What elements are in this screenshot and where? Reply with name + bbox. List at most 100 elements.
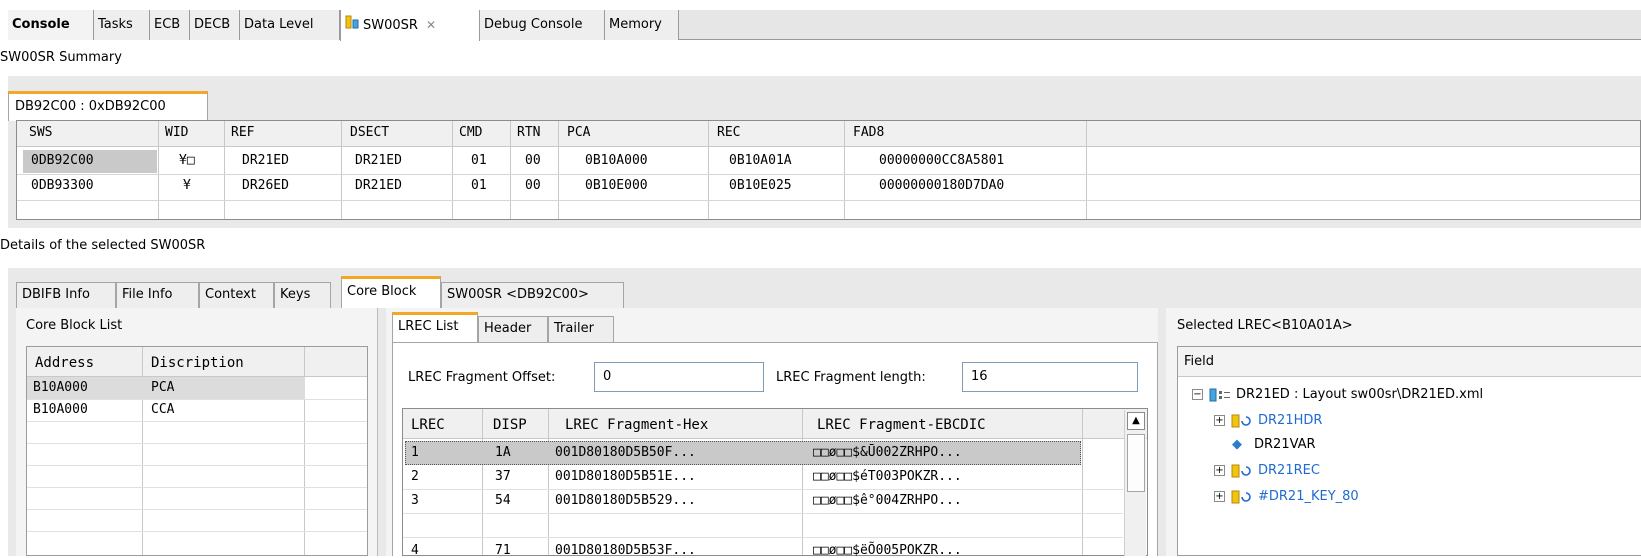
table-cell[interactable]: □□ø□□$ê°004ZRHPO... — [813, 493, 962, 508]
vertical-scrollbar[interactable]: ▲ — [1124, 410, 1146, 556]
table-cell[interactable]: DR21ED — [242, 153, 289, 168]
table-cell[interactable]: □□ø□□$&Ū002ZRHPO... — [813, 445, 962, 460]
tab-memory[interactable]: Memory — [605, 10, 679, 40]
table-cell[interactable]: B10A000 — [33, 402, 88, 417]
col-header-field[interactable]: Field — [1184, 354, 1214, 369]
tab-core-block[interactable]: Core Block — [341, 276, 441, 308]
table-cell[interactable]: 001D80180D5B50F... — [555, 445, 696, 460]
fragment-length-field[interactable]: 16 — [962, 362, 1138, 392]
table-cell[interactable]: PCA — [151, 380, 174, 395]
expand-icon[interactable]: + — [1214, 465, 1225, 476]
table-cell[interactable]: 00 — [525, 178, 541, 193]
expand-icon[interactable]: + — [1214, 491, 1225, 502]
table-cell[interactable]: 00000000CC8A5801 — [879, 153, 1004, 168]
tab-dbifb-info[interactable]: DBIFB Info — [16, 282, 116, 308]
table-cell[interactable]: ¥□ — [179, 153, 195, 168]
expand-icon[interactable]: + — [1214, 415, 1225, 426]
struct-icon — [1231, 464, 1251, 477]
col-header-lrec[interactable]: LREC — [411, 417, 445, 433]
view-tab-bar: Console Tasks ECB DECB Data Level SW00SR… — [8, 10, 1641, 41]
table-cell[interactable]: DR21ED — [355, 153, 402, 168]
core-block-list-title: Core Block List — [26, 318, 123, 333]
col-header-fragment-hex[interactable]: LREC Fragment-Hex — [565, 417, 708, 433]
tree-node-dr21hdr[interactable]: + DR21HDR — [1214, 413, 1322, 428]
col-header-address[interactable]: Address — [35, 355, 94, 371]
summary-table[interactable]: SWS WID REF DSECT CMD RTN PCA REC FAD8 0… — [16, 120, 1641, 220]
tab-lrec-list[interactable]: LREC List — [392, 312, 478, 342]
tab-db92c00[interactable]: DB92C00 : 0xDB92C00 — [8, 91, 208, 121]
fragment-offset-field[interactable]: 0 — [594, 362, 764, 392]
table-cell[interactable]: 01 — [471, 178, 487, 193]
tab-tasks[interactable]: Tasks — [94, 10, 150, 40]
table-cell[interactable]: B10A000 — [33, 380, 88, 395]
table-cell[interactable]: 001D80180D5B529... — [555, 493, 696, 508]
table-cell[interactable]: 37 — [495, 469, 511, 484]
tab-file-info[interactable]: File Info — [116, 282, 199, 308]
tree-node-dr21-key-80[interactable]: + #DR21_KEY_80 — [1214, 489, 1359, 504]
col-header-cmd[interactable]: CMD — [459, 125, 482, 140]
scroll-up-icon[interactable]: ▲ — [1127, 412, 1145, 430]
col-header-pca[interactable]: PCA — [567, 125, 590, 140]
table-cell[interactable]: 0B10A000 — [585, 153, 648, 168]
col-header-wid[interactable]: WID — [165, 125, 188, 140]
table-cell[interactable]: □□ø□□$éT003POKZR... — [813, 469, 962, 484]
tab-console[interactable]: Console — [8, 10, 94, 40]
tree-node-dr21var[interactable]: ◆ DR21VAR — [1232, 437, 1316, 452]
core-block-table[interactable]: Address Discription B10A000 PCA B10A000 … — [26, 346, 368, 556]
tree-node-dr21rec[interactable]: + DR21REC — [1214, 463, 1320, 478]
scrollbar-thumb[interactable] — [1127, 434, 1145, 492]
table-cell[interactable]: 0B10A01A — [729, 153, 792, 168]
struct-icon — [1231, 414, 1251, 427]
col-header-rec[interactable]: REC — [717, 125, 740, 140]
table-cell[interactable]: DR26ED — [242, 178, 289, 193]
table-cell[interactable]: 54 — [495, 493, 511, 508]
tab-data-level[interactable]: Data Level — [240, 10, 340, 40]
table-cell[interactable]: 0B10E000 — [585, 178, 648, 193]
table-cell[interactable]: 001D80180D5B51E... — [555, 469, 696, 484]
table-cell[interactable]: 2 — [411, 469, 419, 484]
details-title: Details of the selected SW00SR — [0, 238, 206, 253]
close-icon[interactable]: ✕ — [426, 18, 436, 32]
field-tree[interactable]: Field − DR21ED : Layout sw00sr\DR21ED.xml… — [1177, 346, 1641, 556]
tab-ecb[interactable]: ECB — [150, 10, 190, 40]
table-cell[interactable]: 00000000180D7DA0 — [879, 178, 1004, 193]
lrec-table[interactable]: LREC DISP LREC Fragment-Hex LREC Fragmen… — [402, 408, 1148, 558]
col-header-sws[interactable]: SWS — [29, 125, 52, 140]
table-cell[interactable]: 01 — [471, 153, 487, 168]
table-cell[interactable]: 0DB92C00 — [31, 153, 94, 168]
col-header-disp[interactable]: DISP — [493, 417, 527, 433]
tab-sw00sr-db92c00[interactable]: SW00SR <DB92C00> — [441, 282, 624, 308]
table-cell[interactable]: 0DB93300 — [31, 178, 94, 193]
selected-lrec-title: Selected LREC<B10A01A> — [1177, 318, 1353, 333]
tab-sw00sr[interactable]: SW00SR ✕ — [340, 10, 480, 41]
table-cell[interactable]: 3 — [411, 493, 419, 508]
tree-root-dr21ed[interactable]: − DR21ED : Layout sw00sr\DR21ED.xml — [1192, 387, 1483, 402]
tab-keys[interactable]: Keys — [274, 282, 331, 308]
col-header-dsect[interactable]: DSECT — [350, 125, 389, 140]
tab-decb[interactable]: DECB — [190, 10, 240, 40]
col-header-ref[interactable]: REF — [231, 125, 254, 140]
table-cell[interactable]: 0B10E025 — [729, 178, 792, 193]
tab-trailer[interactable]: Trailer — [548, 316, 614, 342]
fragment-offset-label: LREC Fragment Offset: — [408, 370, 556, 385]
tab-debug-console[interactable]: Debug Console — [480, 10, 605, 40]
summary-title: SW00SR Summary — [0, 50, 122, 65]
table-cell[interactable]: DR21ED — [355, 178, 402, 193]
collapse-icon[interactable]: − — [1192, 389, 1203, 400]
tab-context[interactable]: Context — [199, 282, 274, 308]
struct-icon — [1231, 490, 1251, 503]
col-header-rtn[interactable]: RTN — [517, 125, 540, 140]
table-cell[interactable]: 1A — [495, 445, 511, 460]
table-view-icon — [345, 11, 359, 41]
tab-header[interactable]: Header — [478, 316, 548, 342]
table-cell[interactable]: 00 — [525, 153, 541, 168]
fragment-length-label: LREC Fragment length: — [776, 370, 926, 385]
col-header-fad8[interactable]: FAD8 — [853, 125, 884, 140]
col-header-discription[interactable]: Discription — [151, 355, 244, 371]
layout-icon — [1209, 388, 1230, 401]
table-cell[interactable]: 1 — [411, 445, 419, 460]
field-icon: ◆ — [1232, 437, 1242, 452]
table-cell[interactable]: CCA — [151, 402, 174, 417]
col-header-fragment-ebcdic[interactable]: LREC Fragment-EBCDIC — [817, 417, 986, 433]
table-cell[interactable]: ¥ — [183, 178, 191, 193]
